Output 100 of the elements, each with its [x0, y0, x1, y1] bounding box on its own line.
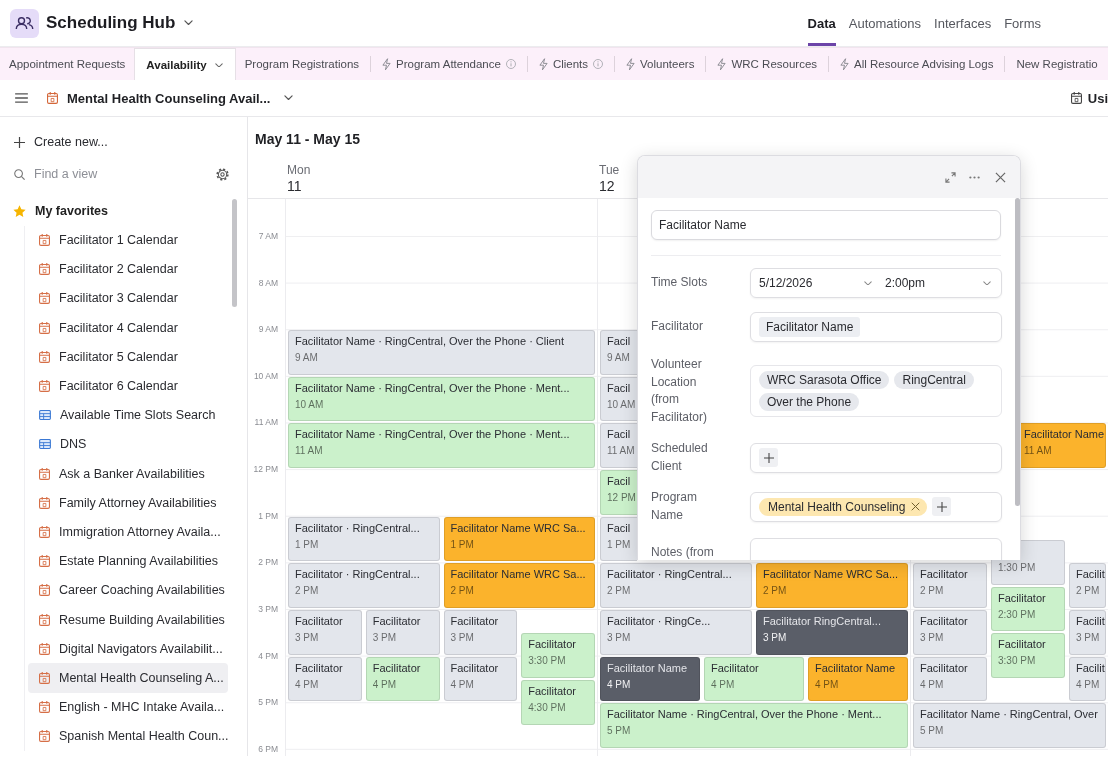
sidebar-item[interactable]: Digital Navigators Availabilit...: [28, 634, 228, 664]
calendar-event[interactable]: Facilitator RingCentral... 3 PM: [756, 610, 908, 655]
calendar-event[interactable]: Facilitator Name WRC Sa... 2 PM: [756, 563, 908, 608]
sidebar-item[interactable]: English - MHC Intake Availa...: [28, 692, 228, 722]
calendar-event[interactable]: Facil 10 AM: [600, 376, 637, 422]
calendar-event[interactable]: Facil 1 PM: [600, 516, 637, 562]
plus-icon: [14, 136, 25, 148]
calendar-event[interactable]: Facilitator Name WRC Sa... 1 PM: [443, 516, 595, 562]
menu-icon[interactable]: [15, 93, 28, 103]
table-tab[interactable]: Clients: [529, 48, 613, 80]
sidebar-item[interactable]: Facilitator 3 Calendar: [28, 283, 228, 314]
app-name-button[interactable]: Scheduling Hub: [46, 13, 194, 33]
calendar-event[interactable]: Facilitator 4:30 PM: [521, 679, 595, 725]
close-icon[interactable]: [995, 171, 1006, 183]
sidebar-item[interactable]: Mental Health Counseling A...: [28, 663, 228, 693]
calendar-event[interactable]: Facilitator Name · RingCentral, Over the Phone · Ment... 11 AM: [288, 423, 595, 469]
date-range-title: May 11 - May 15: [254, 130, 361, 149]
sidebar-item[interactable]: Facilitator 2 Calendar: [28, 254, 228, 284]
table-tab[interactable]: Program Attendance: [373, 48, 525, 80]
time-dropdown[interactable]: 2:00pm: [876, 269, 1001, 297]
calendar-event[interactable]: Facilitator 4 PM: [443, 656, 518, 702]
nav-link[interactable]: Interfaces: [934, 0, 992, 46]
add-button[interactable]: [932, 497, 952, 516]
calendar-event[interactable]: Facilitator Name WRC Sa... 2 PM: [443, 563, 595, 608]
table-tab[interactable]: Appointment Requests: [0, 48, 135, 80]
sidebar-item[interactable]: Facilitator 5 Calendar: [28, 342, 228, 372]
sidebar-item[interactable]: Facilitator 6 Calendar: [28, 371, 228, 401]
sidebar-item[interactable]: Facilitator 4 Calendar: [28, 313, 228, 343]
calendar-event[interactable]: Facilitator Name 4 PM: [808, 656, 908, 702]
sidebar-item[interactable]: Estate Planning Availabilities: [28, 546, 228, 576]
calendar-event[interactable]: Facilitator · RingCe... 3 PM: [600, 610, 752, 655]
calendar-event[interactable]: Facilitator 3 PM: [913, 610, 987, 655]
calendar-icon: [39, 525, 50, 538]
calendar-event[interactable]: Facilitator 2 PM: [913, 563, 987, 608]
search-field[interactable]: Find a view: [34, 167, 194, 181]
calendar-event[interactable]: Facilitator 3 PM: [443, 610, 518, 655]
calendar-event[interactable]: Facil 11 AM: [600, 423, 637, 469]
select-field[interactable]: Mental Health Counseling: [750, 491, 1002, 522]
table-tab[interactable]: New Registratio: [1007, 48, 1107, 80]
lightning-icon: [538, 57, 548, 71]
create-new-button[interactable]: Create new...: [0, 129, 114, 155]
calendar-event[interactable]: Facilit 4 PM: [1069, 656, 1106, 702]
calendar-event[interactable]: Facil 9 AM: [600, 330, 637, 375]
sidebar-item[interactable]: Available Time Slots Search: [28, 400, 228, 430]
more-icon[interactable]: [969, 175, 980, 179]
settings-icon[interactable]: [216, 167, 229, 181]
calendar-event[interactable]: Facilitator Name · RingCentral, Over the Phone · Ment... 10 AM: [288, 376, 595, 422]
hour-label: 12 PM: [253, 464, 279, 475]
hour-label: 3 PM: [258, 604, 279, 614]
calendar-event[interactable]: Facilitator 3:30 PM: [991, 633, 1065, 678]
link-field[interactable]: Facilitator Name: [750, 312, 1002, 342]
sidebar-item[interactable]: Facilitator 1 Calendar: [28, 225, 228, 255]
sidebar-item[interactable]: Career Coaching Availabilities: [28, 575, 228, 605]
sidebar-item[interactable]: DNS: [28, 429, 228, 459]
table-tab[interactable]: Volunteers: [617, 48, 704, 80]
sidebar-item[interactable]: Resume Building Availabilities: [28, 604, 228, 635]
calendar-event[interactable]: Facilitator 3 PM: [365, 610, 440, 655]
calendar-event[interactable]: Facilitator 4 PM: [704, 656, 804, 702]
sidebar-item[interactable]: Spanish Mental Health Coun...: [28, 721, 228, 751]
field-label: Volunteer Location (from Facilitator): [651, 356, 708, 426]
sidebar-item[interactable]: Family Attorney Availabilities: [28, 488, 228, 518]
calendar-event[interactable]: Facilitator Name · RingCentral, Over the Phone · Ment... 5 PM: [600, 703, 908, 748]
scrollbar-thumb[interactable]: [232, 199, 237, 307]
scrollbar-thumb[interactable]: [1015, 198, 1020, 506]
date-dropdown[interactable]: 5/12/2026: [751, 269, 876, 297]
calendar-event[interactable]: Facilit 3 PM: [1069, 610, 1106, 655]
sidebar-item[interactable]: Immigration Attorney Availa...: [28, 517, 228, 547]
table-tab[interactable]: Program Registrations: [235, 48, 369, 80]
expand-icon[interactable]: [945, 171, 956, 183]
calendar-event[interactable]: Facilitator 2:30 PM: [991, 586, 1065, 632]
view-action-button[interactable]: Usi: [1070, 90, 1108, 106]
nav-link[interactable]: Forms: [1004, 0, 1041, 46]
table-tab[interactable]: Availability: [134, 48, 236, 80]
calendar-icon: [39, 584, 50, 597]
calendar-event[interactable]: Facilitator 3 PM: [288, 610, 362, 655]
calendar-event[interactable]: Facilitator Name 4 PM: [600, 656, 700, 702]
calendar-event[interactable]: Facilitator 4 PM: [288, 656, 362, 702]
calendar-event[interactable]: Facilitator 4 PM: [913, 656, 987, 702]
record-chip[interactable]: Facilitator Name: [759, 317, 861, 337]
text-field[interactable]: [750, 538, 1002, 560]
datetime-field[interactable]: 5/12/2026 2:00pm: [750, 268, 1002, 298]
calendar-event[interactable]: Facilitator 3:30 PM: [521, 633, 595, 678]
add-button[interactable]: [759, 448, 778, 467]
table-tab[interactable]: All Resource Advising Logs: [831, 48, 1003, 80]
close-icon[interactable]: [911, 502, 921, 511]
record-title-field[interactable]: Facilitator Name: [651, 210, 1001, 240]
view-switcher[interactable]: Mental Health Counseling Avail...: [47, 90, 294, 106]
calendar-event[interactable]: Facilitator · RingCentral... 2 PM: [288, 563, 440, 608]
link-field[interactable]: [750, 442, 1002, 473]
calendar-event[interactable]: Facilitator · RingCentral... 2 PM: [600, 563, 752, 608]
calendar-event[interactable]: Facilit 2 PM: [1069, 563, 1106, 608]
table-tab[interactable]: WRC Resources: [708, 48, 827, 80]
calendar-event[interactable]: Facil 12 PM: [600, 470, 637, 515]
calendar-event[interactable]: Facilitator Name · RingCentral, Over 5 PM: [913, 703, 1106, 748]
hour-label: 7 AM: [258, 231, 279, 241]
calendar-event[interactable]: Facilitator Name · RingCentral, Over the Phone · Client 9 AM: [288, 330, 595, 375]
sidebar-item[interactable]: Ask a Banker Availabilities: [28, 459, 228, 489]
nav-link[interactable]: Automations: [848, 0, 922, 46]
calendar-event[interactable]: Facilitator 4 PM: [365, 656, 440, 702]
calendar-event[interactable]: Facilitator · RingCentral... 1 PM: [288, 516, 440, 562]
